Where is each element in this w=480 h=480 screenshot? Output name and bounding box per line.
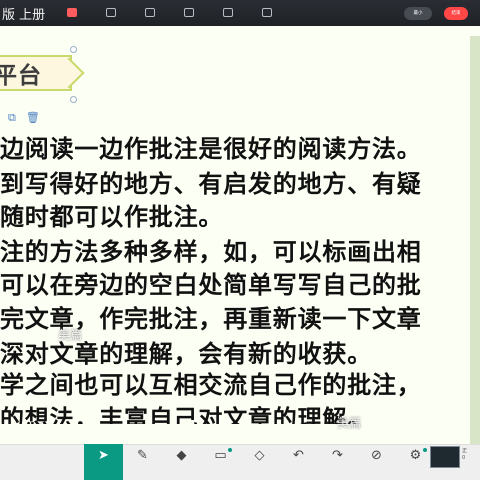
- more-button[interactable]: [253, 0, 281, 26]
- select-tool-button[interactable]: ➤: [84, 444, 123, 480]
- text-line-8: 学之间也可以互相交流自己作的批注，: [0, 370, 422, 399]
- ppt-button[interactable]: [136, 0, 164, 26]
- record-button[interactable]: [97, 0, 125, 26]
- text-tool-button[interactable]: ▭: [201, 444, 240, 480]
- undo-icon: ↶: [293, 448, 304, 463]
- pen-icon: ✎: [137, 448, 148, 463]
- text-line-1: 边阅读一边作批注是很好的阅读方法。: [0, 134, 422, 163]
- end-button[interactable]: 结束: [444, 6, 468, 20]
- slide-show-button[interactable]: [58, 0, 86, 26]
- resize-handle-bottom[interactable]: [70, 96, 77, 103]
- text-line-2: 到写得好的地方、有启发的地方、有疑: [0, 169, 422, 198]
- edit-icons: ⧉ 🗑: [8, 112, 48, 124]
- status-indicator: 正0: [462, 448, 468, 461]
- text-icon: ▭: [214, 448, 227, 463]
- undo-button[interactable]: ↶: [279, 444, 318, 480]
- screen-share-icon: [223, 8, 233, 17]
- watermark: 美篇: [58, 328, 83, 342]
- text-line-5: 可以在旁边的空白处简单写写自己的批: [0, 270, 422, 299]
- lesson-text: 边阅读一边作批注是很好的阅读方法。 到写得好的地方、有启发的地方、有疑 随时都可…: [0, 134, 470, 424]
- bottom-tool-group: ➤ ✎ ◆ ▭ ◇ ↶ ↷ ⊘ ⚙: [84, 444, 435, 480]
- book-title: 版 上册: [2, 7, 46, 23]
- eraser-tool-button[interactable]: ◆: [162, 444, 201, 480]
- text-line-7: 深对文章的理解，会有新的收获。: [0, 339, 372, 368]
- pen-tool-button[interactable]: ✎: [123, 444, 162, 480]
- preview-thumbnail[interactable]: [430, 446, 460, 468]
- apps-button[interactable]: [175, 0, 203, 26]
- screen-share-button[interactable]: [214, 0, 242, 26]
- slide-border-strip: [470, 36, 480, 444]
- eraser-icon: ◆: [176, 448, 187, 463]
- section-title: 平台: [0, 63, 42, 89]
- clear-button[interactable]: ⊘: [357, 444, 396, 480]
- select-arrow-icon: ➤: [98, 448, 109, 463]
- slide-show-icon: [67, 8, 77, 17]
- resize-handle-top[interactable]: [70, 46, 77, 53]
- redo-button[interactable]: ↷: [318, 444, 357, 480]
- shapes-tool-button[interactable]: ◇: [240, 444, 279, 480]
- redo-icon: ↷: [332, 448, 343, 463]
- top-toolbar: 版 上册 最小 结束: [0, 0, 480, 26]
- record-icon: [106, 8, 116, 17]
- minimize-button[interactable]: 最小: [404, 6, 432, 20]
- apps-icon: [184, 8, 194, 17]
- shapes-icon: ◇: [254, 448, 265, 463]
- copy-icon[interactable]: ⧉: [8, 112, 16, 124]
- section-tag[interactable]: 平台: [0, 55, 72, 91]
- clear-icon: ⊘: [371, 448, 382, 463]
- more-icon: [262, 8, 272, 17]
- tools-icon: ⚙: [409, 448, 422, 463]
- ppt-icon: [145, 8, 155, 17]
- text-line-3: 随时都可以作批注。: [0, 202, 224, 231]
- delete-icon[interactable]: 🗑: [26, 112, 40, 124]
- text-line-9: 的想法，丰富自己对文章的理解。: [0, 404, 372, 424]
- text-line-4: 注的方法多种多样，如，可以标画出相: [0, 237, 422, 266]
- watermark-bottom: 美篇: [337, 416, 362, 430]
